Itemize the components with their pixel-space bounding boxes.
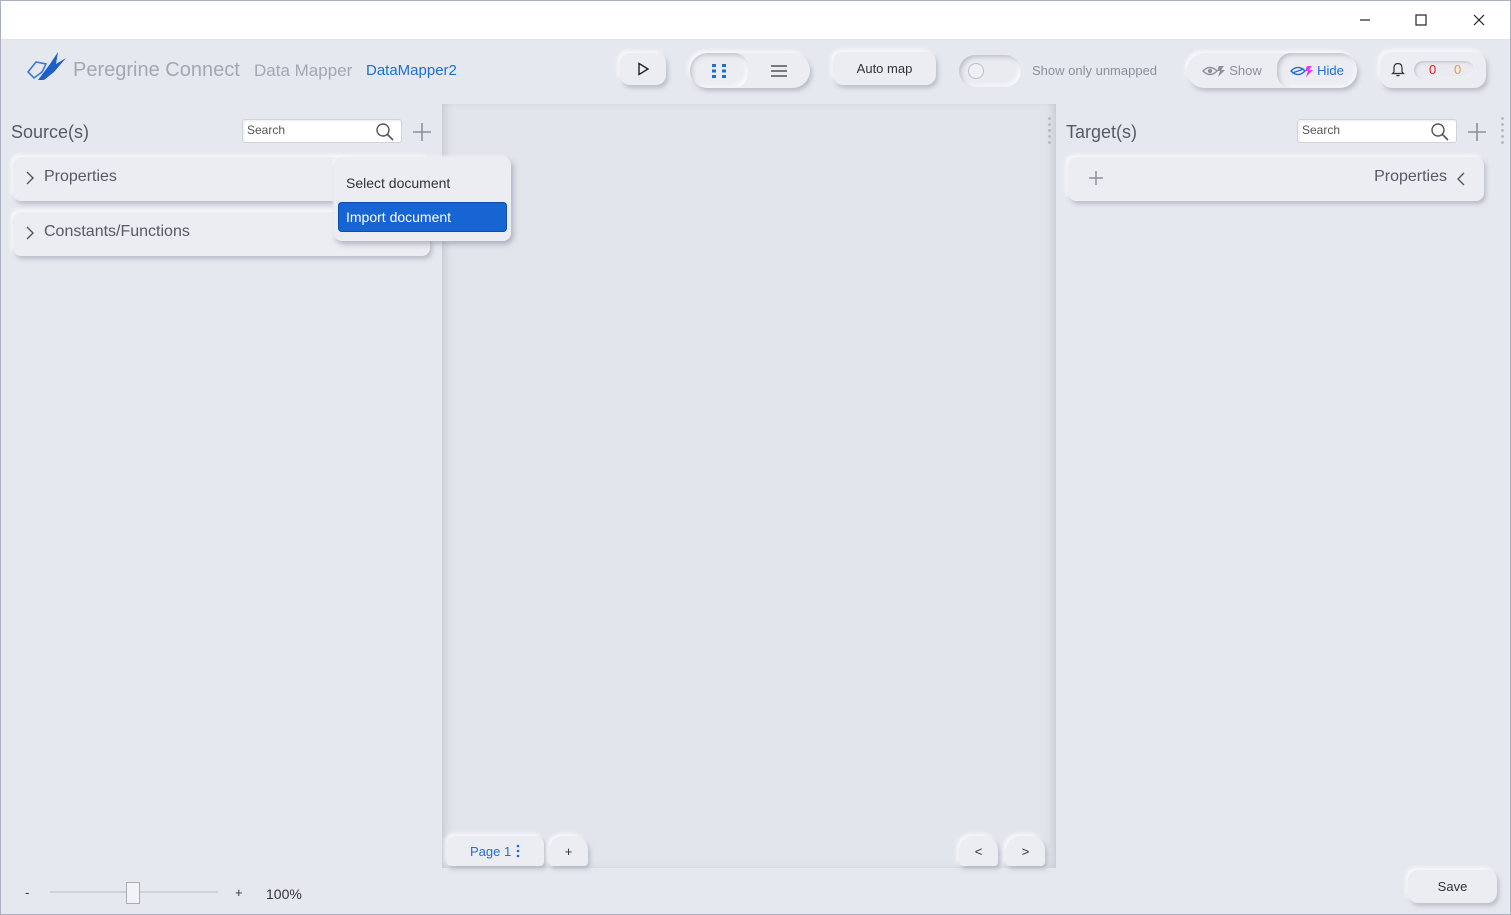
- target-panel-title: Target(s): [1066, 122, 1138, 142]
- bell-icon: [1391, 62, 1405, 77]
- source-search-input[interactable]: [247, 123, 357, 137]
- app-header: Peregrine Connect Data Mapper DataMapper…: [0, 40, 1511, 100]
- target-tree-item-properties[interactable]: Properties: [1068, 157, 1484, 201]
- close-icon: [1473, 14, 1485, 26]
- play-icon: [638, 62, 650, 76]
- eye-off-icon: [1290, 65, 1314, 77]
- target-resize-handle[interactable]: [1044, 117, 1054, 144]
- warning-count: 0: [1454, 62, 1462, 77]
- tree-item-label: Properties: [44, 168, 117, 185]
- show-button[interactable]: Show: [1187, 53, 1277, 88]
- plus-icon[interactable]: [1088, 170, 1104, 186]
- tree-item-label: Constants/Functions: [44, 223, 190, 240]
- maximize-icon: [1415, 14, 1427, 26]
- add-target-icon[interactable]: [1467, 122, 1487, 142]
- search-icon[interactable]: [1430, 122, 1450, 142]
- view-toggle: [690, 53, 810, 88]
- close-button[interactable]: [1450, 0, 1508, 40]
- zoom-out-button[interactable]: -: [25, 885, 29, 900]
- minimize-button[interactable]: [1336, 0, 1394, 40]
- show-only-unmapped-label: Show only unmapped: [1032, 63, 1158, 78]
- minimize-icon: [1360, 19, 1370, 21]
- chevron-right-icon: [26, 226, 34, 240]
- toggle-knob: [968, 63, 984, 79]
- prev-page-button[interactable]: <: [959, 836, 998, 866]
- next-page-button[interactable]: >: [1006, 836, 1045, 866]
- search-icon[interactable]: [375, 122, 395, 142]
- show-only-unmapped-toggle[interactable]: [959, 55, 1021, 87]
- bird-logo: [26, 52, 66, 80]
- hide-button[interactable]: Hide: [1277, 53, 1357, 88]
- tree-item-label: Properties: [1374, 168, 1447, 185]
- zoom-level: 100%: [266, 886, 302, 902]
- menu-item-select-document[interactable]: Select document: [338, 168, 507, 198]
- chevron-right-icon: [26, 171, 34, 185]
- chevron-left-icon: [1457, 172, 1465, 186]
- list-view-icon: [771, 64, 787, 77]
- zoom-in-button[interactable]: +: [235, 885, 243, 900]
- source-panel-title: Source(s): [11, 122, 90, 142]
- add-source-icon[interactable]: [412, 122, 432, 142]
- show-hide-toggle: Show Hide: [1187, 53, 1357, 88]
- add-document-menu: Select document Import document: [334, 157, 511, 241]
- brand-subtitle: Data Mapper: [254, 61, 353, 80]
- zoom-slider-thumb[interactable]: [126, 882, 140, 904]
- list-view-button[interactable]: [748, 53, 810, 88]
- menu-item-import-document[interactable]: Import document: [338, 202, 507, 232]
- show-label: Show: [1229, 63, 1262, 78]
- more-vertical-icon[interactable]: [516, 844, 520, 858]
- mapper-name[interactable]: DataMapper2: [366, 62, 457, 79]
- notification-counts: 0 0: [1414, 61, 1474, 79]
- target-search: [1297, 119, 1457, 143]
- grid-view-button[interactable]: [690, 53, 748, 88]
- maximize-button[interactable]: [1392, 0, 1450, 40]
- run-button[interactable]: [620, 53, 666, 85]
- grid-view-icon: [712, 63, 726, 78]
- save-button[interactable]: Save: [1408, 870, 1497, 903]
- mapping-canvas[interactable]: [442, 104, 1056, 868]
- error-count: 0: [1429, 62, 1437, 77]
- target-search-input[interactable]: [1302, 123, 1412, 137]
- hide-label: Hide: [1317, 63, 1344, 78]
- eye-icon: [1202, 65, 1226, 77]
- auto-map-button[interactable]: Auto map: [833, 52, 936, 85]
- source-search: [242, 119, 402, 143]
- window-titlebar: [0, 0, 1511, 40]
- page-tab[interactable]: Page 1: [447, 836, 544, 866]
- notifications-button[interactable]: 0 0: [1380, 52, 1486, 88]
- add-page-button[interactable]: +: [549, 836, 588, 866]
- page-tab-label: Page 1: [470, 844, 512, 859]
- target-panel-handle[interactable]: [1497, 117, 1507, 144]
- brand-name: Peregrine Connect: [73, 59, 240, 81]
